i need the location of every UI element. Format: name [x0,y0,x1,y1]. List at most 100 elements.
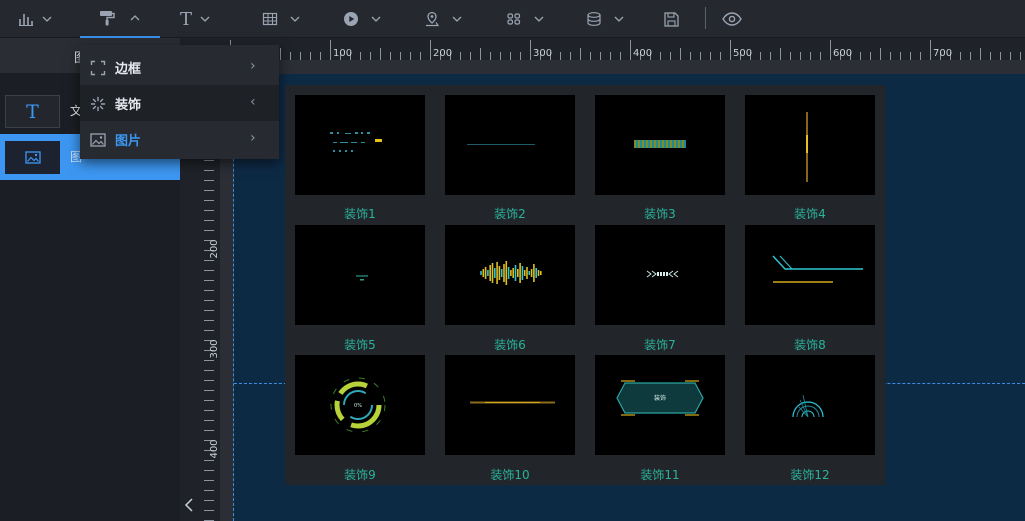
svg-text:0%: 0% [354,403,362,409]
decoration-9-preview: 0% [330,377,386,433]
editor-root: T 图 [0,0,1025,521]
text-icon: T [26,100,39,123]
media-play-icon [344,12,358,26]
ruler-label: 400 [633,48,652,59]
submenu-item-label: 装饰 [115,98,142,113]
decoration-11-preview: 装饰 [616,380,704,416]
decoration-caption: 装饰9 [344,468,376,482]
decoration-caption: 装饰4 [794,207,826,221]
decoration-caption: 装饰3 [644,207,676,221]
decoration-4-preview [806,112,808,182]
decoration-1-preview [330,132,382,152]
category-thumbnail [5,141,60,174]
chevron-down-icon [42,16,52,22]
ruler-label: 600 [833,48,852,59]
decoration-thumbnail-3[interactable] [595,95,725,195]
decoration-tool[interactable] [80,0,160,38]
decoration-caption: 装饰6 [494,338,526,352]
chevron-down-icon [290,16,300,22]
chevron-down-icon [614,16,624,22]
preview-button[interactable] [722,0,742,38]
decoration-thumbnail-11[interactable]: 装饰 [595,355,725,455]
data-tool[interactable] [586,0,624,38]
ruler-label: 100 [333,48,352,59]
decoration-thumbnail-9[interactable]: 0% [295,355,425,455]
paint-roller-icon [100,11,115,26]
decoration-gallery: 装饰1 装饰2 装饰3 装饰4 装饰5 装饰6 装饰7 装饰8 0% 装饰 装饰… [285,85,885,485]
decoration-caption: 装饰2 [494,207,526,221]
submenu-item-image[interactable]: 图片 › [80,121,279,157]
submenu-item-border[interactable]: 边框 › [80,49,279,85]
submenu-item-label: 边框 [115,62,142,77]
save-icon [664,11,679,27]
database-icon [587,12,601,26]
text-tool[interactable]: T [180,0,210,38]
decoration-12-preview [792,394,824,418]
decoration-thumbnail-5[interactable] [295,225,425,325]
decoration-caption: 装饰8 [794,338,826,352]
decoration-caption: 装饰1 [344,207,376,221]
table-tool[interactable] [262,0,300,38]
grid-dots-icon [507,13,521,25]
decoration-3-preview [634,140,686,148]
preview-eye-icon [722,12,742,26]
submenu-item-label: 图片 [115,134,142,149]
decoration-icon [90,96,106,112]
horizontal-ruler-ticks: 100 200 300 400 500 600 700 [220,40,1021,60]
media-tool[interactable] [343,0,381,38]
ruler-label: 300 [209,339,220,358]
ruler-label: 400 [209,439,220,458]
ruler-label: 300 [533,48,552,59]
canvas-topband [234,60,1025,74]
decoration-2-preview [467,144,535,145]
decoration-caption: 装饰11 [640,468,680,482]
chevron-up-icon [130,15,140,21]
decoration-thumbnail-8[interactable] [745,225,875,325]
decoration-thumbnail-7[interactable] [595,225,725,325]
map-pin-icon [426,11,440,27]
ruler-label: 200 [209,239,220,258]
submenu-item-decoration[interactable]: 装饰 ‹ [80,85,279,121]
decoration-thumbnail-6[interactable] [445,225,575,325]
ruler-label: 200 [433,48,452,59]
chevron-right-icon: › [250,130,256,146]
decoration-submenu: 边框 › 装饰 ‹ 图片 › [80,45,279,159]
decoration-11-text: 装饰 [654,394,666,402]
decoration-10-preview [470,401,555,404]
decoration-8-preview [772,255,863,283]
text-icon: T [180,8,193,30]
decoration-caption: 装饰7 [644,338,676,352]
image-icon [90,133,106,147]
table-icon [262,12,278,26]
decoration-caption: 装饰12 [790,468,830,482]
ruler-label: 500 [733,48,752,59]
chart-tool[interactable] [18,0,52,38]
bar-chart-icon [19,14,33,26]
decoration-6-preview [480,261,542,285]
image-icon [24,151,41,164]
decoration-thumbnail-2[interactable] [445,95,575,195]
border-frame-icon [90,60,106,76]
chevron-down-icon [200,16,210,22]
component-tool[interactable] [506,0,544,38]
collapse-panel-button[interactable] [183,497,195,513]
decoration-thumbnail-10[interactable] [445,355,575,455]
decoration-caption: 装饰10 [490,468,530,482]
chevron-left-icon [184,498,193,512]
chevron-right-icon: › [250,58,256,74]
category-thumbnail: T [5,95,60,128]
decoration-thumbnail-1[interactable] [295,95,425,195]
chevron-down-icon [371,16,381,22]
chevron-left-icon: ‹ [250,94,256,110]
chevron-down-icon [534,16,544,22]
map-tool[interactable] [424,0,462,38]
ruler-label: 700 [933,48,952,59]
decoration-5-preview [356,275,368,281]
decoration-thumbnail-4[interactable] [745,95,875,195]
top-toolbar: T [0,0,1025,38]
chevron-down-icon [452,16,462,22]
save-button[interactable] [663,0,680,38]
decoration-7-preview [646,270,679,278]
toolbar-divider [705,7,706,29]
decoration-thumbnail-12[interactable] [745,355,875,455]
